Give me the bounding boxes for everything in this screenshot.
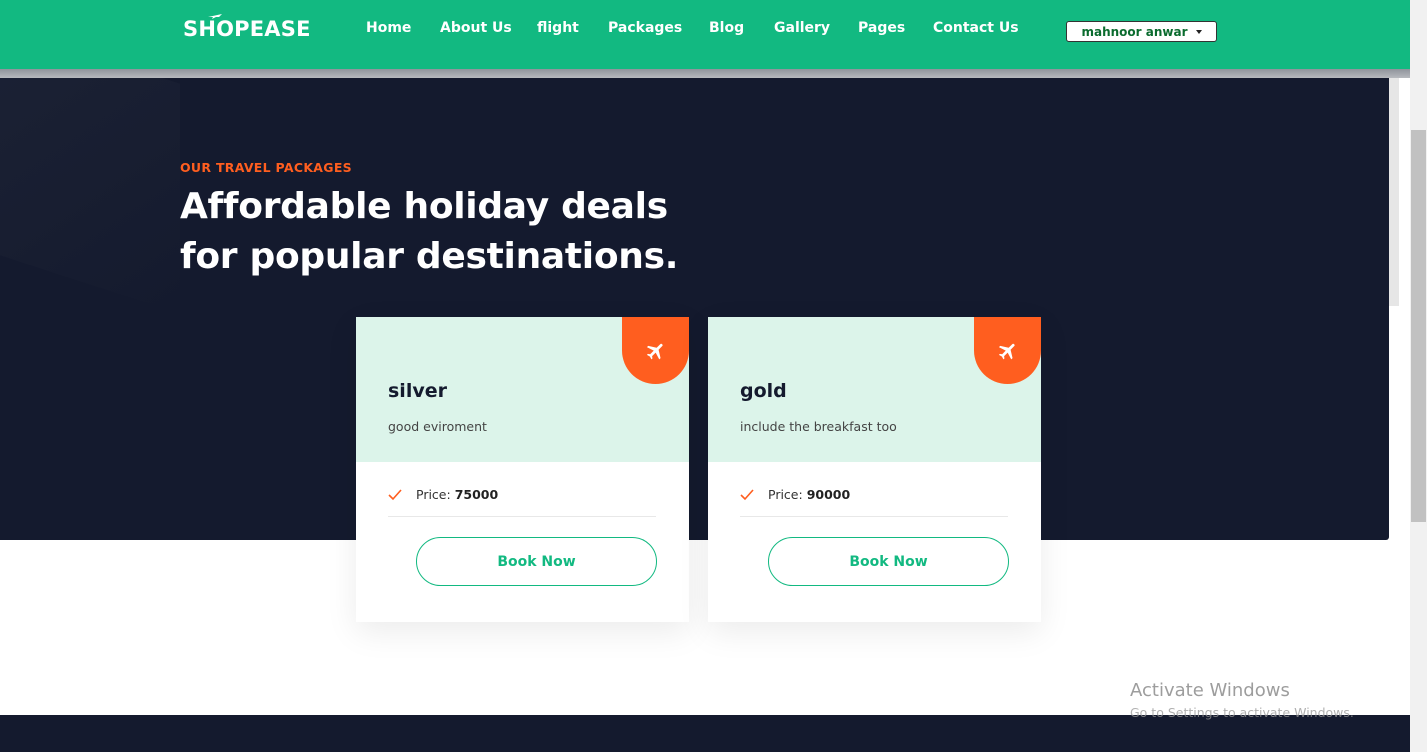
section-eyebrow: OUR TRAVEL PACKAGES — [180, 160, 352, 175]
nav-contact-link[interactable]: Contact Us — [933, 20, 1019, 36]
airplane-icon — [998, 343, 1015, 359]
heading-line-1: Affordable holiday deals — [180, 186, 668, 227]
package-card-silver: silver good eviroment Price: 75000 Book … — [356, 317, 689, 622]
divider — [388, 516, 656, 517]
card-badge — [622, 317, 689, 384]
scrollbar-thumb[interactable] — [1411, 130, 1426, 522]
activate-windows-subtitle: Go to Settings to activate Windows. — [1130, 705, 1354, 720]
hero-edge — [1389, 78, 1399, 306]
heading-line-2: for popular destinations. — [180, 236, 679, 277]
check-icon — [388, 488, 402, 500]
airplane-icon — [646, 343, 663, 359]
price-label: Price: — [416, 487, 451, 502]
user-menu-button[interactable]: mahnoor anwar — [1066, 21, 1217, 42]
package-name: gold — [740, 380, 787, 402]
nav-about-link[interactable]: About Us — [440, 20, 512, 36]
nav-gallery-link[interactable]: Gallery — [774, 20, 830, 36]
package-name: silver — [388, 380, 447, 402]
nav-pages-link[interactable]: Pages — [858, 20, 905, 36]
nav-home-link[interactable]: Home — [366, 20, 411, 36]
package-price: Price: 90000 — [740, 487, 850, 502]
package-description: good eviroment — [388, 419, 487, 434]
brand-logo[interactable]: SHOPEASE — [183, 17, 311, 41]
footer-section — [0, 715, 1410, 752]
nav-blog-link[interactable]: Blog — [709, 20, 744, 36]
price-label: Price: — [768, 487, 803, 502]
nav-flight-link[interactable]: flight — [537, 20, 579, 36]
package-description: include the breakfast too — [740, 419, 897, 434]
hero-section — [0, 78, 1389, 540]
price-value: 75000 — [454, 487, 499, 502]
user-menu-label: mahnoor anwar — [1081, 24, 1188, 39]
chevron-down-icon — [1195, 29, 1202, 34]
book-now-button[interactable]: Book Now — [768, 537, 1009, 586]
navbar-shadow — [0, 69, 1410, 78]
card-badge — [974, 317, 1041, 384]
nav-packages-link[interactable]: Packages — [608, 20, 682, 36]
check-icon — [740, 488, 754, 500]
section-heading: Affordable holiday deals for popular des… — [180, 182, 740, 282]
package-card-gold: gold include the breakfast too Price: 90… — [708, 317, 1041, 622]
package-price: Price: 75000 — [388, 487, 498, 502]
activate-windows-title: Activate Windows — [1130, 680, 1290, 701]
divider — [740, 516, 1008, 517]
page: SHOPEASE Home About Us flight Packages B… — [0, 0, 1427, 752]
hero-decoration — [0, 78, 180, 314]
book-now-button[interactable]: Book Now — [416, 537, 657, 586]
price-value: 90000 — [806, 487, 851, 502]
